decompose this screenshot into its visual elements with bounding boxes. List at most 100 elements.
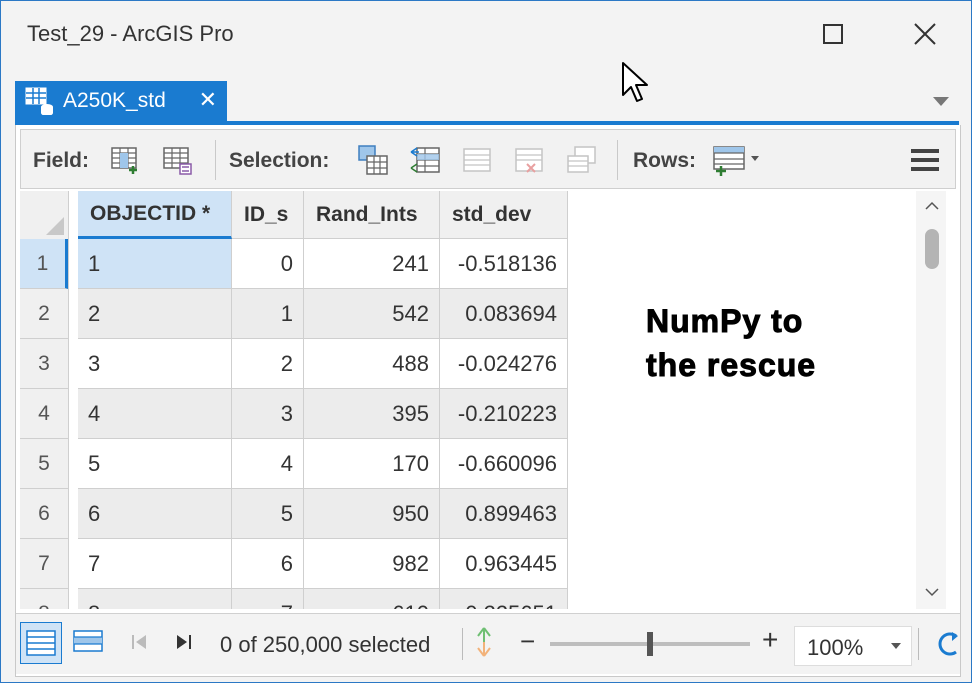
- show-all-records-button[interactable]: [20, 622, 62, 664]
- clear-selection-icon[interactable]: [461, 144, 493, 176]
- arcgis-window: Test_29 - ArcGIS Pro A250K_std ✕ Field: …: [0, 0, 972, 683]
- table-cell[interactable]: 0: [232, 239, 304, 289]
- table-cell[interactable]: 6: [78, 489, 232, 539]
- table-cell[interactable]: 2: [232, 339, 304, 389]
- row-header[interactable]: 7: [20, 539, 68, 589]
- table-cell[interactable]: 5: [78, 439, 232, 489]
- table-cell[interactable]: 170: [304, 439, 440, 489]
- selected-records-icon: [73, 630, 103, 652]
- row-header[interactable]: 2: [20, 289, 68, 339]
- window-title: Test_29 - ArcGIS Pro: [27, 21, 234, 46]
- table-cell[interactable]: 241: [304, 239, 440, 289]
- table-cell[interactable]: 3: [78, 339, 232, 389]
- delete-selection-icon[interactable]: [513, 144, 545, 176]
- table-cell[interactable]: -0.210223: [440, 389, 568, 439]
- scroll-down-icon[interactable]: [924, 587, 940, 597]
- zoom-level-select[interactable]: 100%: [794, 626, 912, 666]
- table-cell[interactable]: -0.660096: [440, 439, 568, 489]
- close-icon: [914, 23, 936, 45]
- select-by-attributes-icon[interactable]: [357, 144, 389, 176]
- table-cell[interactable]: 3: [232, 389, 304, 439]
- row-header[interactable]: 5: [20, 439, 68, 489]
- toolbar-separator: [617, 140, 618, 180]
- tab-strip: A250K_std ✕: [1, 67, 971, 125]
- row-header[interactable]: 3: [20, 339, 68, 389]
- column-header-std-dev[interactable]: std_dev: [440, 191, 568, 239]
- field-label: Field:: [33, 149, 89, 172]
- attribute-table: 1 2 3 4 5 6 7 8 OBJECTID * ID_s Rand_Int…: [20, 191, 916, 609]
- table-cell[interactable]: 0.225651: [440, 589, 568, 609]
- row-header-column: 1 2 3 4 5 6 7 8: [20, 191, 69, 609]
- show-selected-records-button[interactable]: [68, 622, 108, 662]
- table-cell[interactable]: 7: [78, 539, 232, 589]
- rows-label: Rows:: [633, 149, 696, 172]
- zoom-out-icon[interactable]: −: [520, 626, 535, 657]
- refresh-icon[interactable]: [934, 628, 960, 660]
- status-separator: [462, 628, 463, 660]
- annotation-text: NumPy to the rescue: [645, 299, 817, 387]
- table-cell[interactable]: 542: [304, 289, 440, 339]
- toolbar-separator: [215, 140, 216, 180]
- table-cell[interactable]: 7: [232, 589, 304, 609]
- table-cell[interactable]: 8: [78, 589, 232, 609]
- sync-scroll-button[interactable]: [464, 622, 504, 662]
- menu-icon[interactable]: [909, 144, 941, 176]
- table-cell[interactable]: 0.899463: [440, 489, 568, 539]
- table-cell[interactable]: 1: [232, 289, 304, 339]
- all-records-icon: [26, 630, 56, 656]
- tab-list-dropdown-icon[interactable]: [933, 97, 949, 106]
- table-cell[interactable]: 1: [78, 239, 232, 289]
- annotation-line-1: NumPy to: [645, 303, 804, 340]
- table-cell[interactable]: 950: [304, 489, 440, 539]
- skip-last-icon: [177, 635, 191, 649]
- table-cell[interactable]: 5: [232, 489, 304, 539]
- table-cell[interactable]: 395: [304, 389, 440, 439]
- zoom-slider-thumb[interactable]: [647, 632, 653, 656]
- zoom-slider[interactable]: [550, 632, 750, 656]
- row-header[interactable]: 4: [20, 389, 68, 439]
- calculate-field-icon[interactable]: [161, 144, 193, 176]
- maximize-button[interactable]: [813, 17, 853, 51]
- selection-label: Selection:: [229, 149, 330, 172]
- vertical-scrollbar[interactable]: [916, 191, 946, 609]
- tab-label: A250K_std: [63, 89, 166, 112]
- close-window-button[interactable]: [905, 17, 945, 51]
- table-toolbar: Field: Selection: Rows:: [20, 129, 956, 189]
- select-all-corner[interactable]: [20, 191, 68, 240]
- table-cell[interactable]: 0.083694: [440, 289, 568, 339]
- table-cell[interactable]: 488: [304, 339, 440, 389]
- scroll-up-icon[interactable]: [924, 201, 940, 211]
- table-cell[interactable]: 6: [232, 539, 304, 589]
- zoom-in-icon[interactable]: +: [762, 624, 778, 656]
- table-cell[interactable]: 610: [304, 589, 440, 609]
- status-separator: [918, 628, 919, 660]
- selection-count: 0 of 250,000 selected: [220, 632, 431, 657]
- title-bar: Test_29 - ArcGIS Pro: [1, 1, 971, 102]
- row-header[interactable]: 1: [20, 239, 68, 289]
- table-cell[interactable]: 0.963445: [440, 539, 568, 589]
- switch-selection-icon[interactable]: [409, 144, 441, 176]
- table-cell[interactable]: 982: [304, 539, 440, 589]
- status-bar: 0 of 250,000 selected − + 100%: [16, 613, 960, 674]
- table-cell[interactable]: -0.024276: [440, 339, 568, 389]
- column-header-id-s[interactable]: ID_s: [232, 191, 304, 239]
- row-header[interactable]: 6: [20, 489, 68, 539]
- table-cell[interactable]: 4: [78, 389, 232, 439]
- first-record-button[interactable]: [120, 622, 160, 662]
- tab-a250k-std[interactable]: A250K_std ✕: [15, 81, 227, 121]
- add-field-icon[interactable]: [109, 144, 141, 176]
- copy-selection-icon[interactable]: [565, 144, 597, 176]
- row-header[interactable]: 8: [20, 589, 68, 610]
- zoom-level-value: 100%: [807, 635, 864, 660]
- table-cell[interactable]: 2: [78, 289, 232, 339]
- last-record-button[interactable]: [164, 622, 204, 662]
- annotation-line-2: the rescue: [645, 347, 817, 384]
- table-cell[interactable]: -0.518136: [440, 239, 568, 289]
- table-cell[interactable]: 4: [232, 439, 304, 489]
- up-down-arrows-icon: [477, 627, 491, 657]
- add-row-icon[interactable]: [711, 144, 761, 176]
- tab-close-icon[interactable]: ✕: [199, 87, 217, 113]
- column-header-objectid[interactable]: OBJECTID *: [78, 191, 232, 239]
- column-header-rand-ints[interactable]: Rand_Ints: [304, 191, 440, 239]
- scrollbar-thumb[interactable]: [925, 229, 939, 269]
